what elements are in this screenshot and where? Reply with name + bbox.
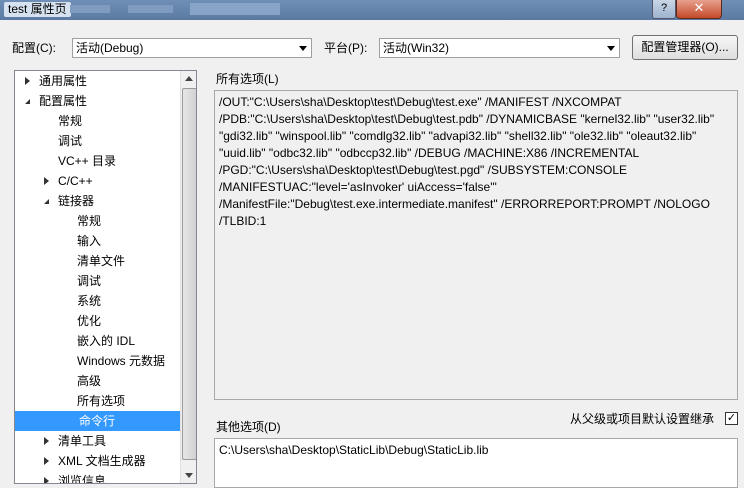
tree-item-label: 调试 (77, 274, 102, 288)
scrollbar-thumb[interactable] (182, 88, 196, 460)
all-options-textbox[interactable]: /OUT:"C:\Users\sha\Desktop\test\Debug\te… (214, 90, 738, 400)
tree-item-label: 命令行 (79, 414, 116, 428)
window-title: test 属性页 (4, 2, 71, 17)
config-select[interactable]: 活动(Debug) (72, 38, 312, 58)
tree-item-label: 所有选项 (77, 394, 126, 408)
tree-item[interactable]: VC++ 目录 (15, 151, 180, 171)
tree-item[interactable]: 所有选项 (15, 391, 180, 411)
tree-item[interactable]: 链接器 (15, 191, 180, 211)
tree-item-label: 清单文件 (77, 254, 126, 268)
tree-item[interactable]: C/C++ (15, 171, 180, 191)
tree-item[interactable]: 调试 (15, 131, 180, 151)
configuration-manager-button[interactable]: 配置管理器(O)... (632, 35, 738, 60)
scroll-up-icon[interactable] (185, 76, 193, 81)
tree-item[interactable]: 输入 (15, 231, 180, 251)
other-options-label: 其他选项(D) (216, 420, 281, 434)
tree-item-label: 清单工具 (58, 434, 107, 448)
tree-item[interactable]: 嵌入的 IDL (15, 331, 180, 351)
title-bar: test 属性页 (0, 0, 744, 20)
tree-item[interactable]: 清单工具 (15, 431, 180, 451)
tree-item[interactable]: 清单文件 (15, 251, 180, 271)
tree-collapsed-icon[interactable] (44, 437, 49, 445)
other-options-input[interactable]: C:\Users\sha\Desktop\StaticLib\Debug\Sta… (214, 438, 738, 488)
tree-item-label: 链接器 (58, 194, 95, 208)
tree-item[interactable]: 常规 (15, 111, 180, 131)
titlebar-blur (70, 5, 110, 13)
tree-item-label: VC++ 目录 (58, 154, 117, 168)
close-button[interactable]: ✕ (676, 0, 722, 19)
tree-item[interactable]: 配置属性 (15, 91, 180, 111)
tree-item[interactable]: 命令行 (15, 411, 180, 431)
scroll-down-icon[interactable] (185, 473, 193, 478)
tree-item-label: Windows 元数据 (77, 354, 166, 368)
tree-item[interactable]: 系统 (15, 291, 180, 311)
tree-item-label: 调试 (58, 134, 83, 148)
titlebar-blur (190, 3, 280, 15)
tree-item-label: 嵌入的 IDL (77, 334, 136, 348)
tree-item[interactable]: 常规 (15, 211, 180, 231)
tree-item-label: 输入 (77, 234, 102, 248)
tree-item[interactable]: Windows 元数据 (15, 351, 180, 371)
tree-collapsed-icon[interactable] (44, 177, 49, 185)
config-label: 配置(C): (12, 41, 56, 55)
tree-expanded-icon[interactable] (44, 199, 49, 204)
tree-item-label: 系统 (77, 294, 102, 308)
platform-label: 平台(P): (324, 41, 368, 55)
inherit-checkbox[interactable]: ✓ (725, 412, 738, 425)
chevron-down-icon (607, 46, 615, 51)
all-options-label: 所有选项(L) (216, 72, 279, 86)
tree-expanded-icon[interactable] (25, 99, 30, 104)
config-select-value: 活动(Debug) (76, 41, 144, 55)
titlebar-blur (128, 5, 173, 13)
tree-item-label: 常规 (58, 114, 83, 128)
tree-collapsed-icon[interactable] (25, 77, 30, 85)
tree-item[interactable]: 通用属性 (15, 71, 180, 91)
tree-item[interactable]: 优化 (15, 311, 180, 331)
tree-item[interactable]: 高级 (15, 371, 180, 391)
platform-select-value: 活动(Win32) (383, 41, 450, 55)
tree-item-label: 优化 (77, 314, 102, 328)
chevron-down-icon (299, 46, 307, 51)
tree-item-label: XML 文档生成器 (58, 454, 146, 468)
tree-collapsed-icon[interactable] (44, 457, 49, 465)
help-button[interactable]: ? (652, 0, 676, 19)
platform-select[interactable]: 活动(Win32) (379, 38, 620, 58)
tree-item[interactable]: 调试 (15, 271, 180, 291)
tree-item[interactable]: 浏览信息 (15, 471, 180, 484)
tree-scrollbar[interactable] (180, 71, 196, 483)
tree-item-label: 浏览信息 (58, 474, 107, 484)
tree-item-label: 常规 (77, 214, 102, 228)
tree-item-label: 通用属性 (39, 74, 88, 88)
tree-collapsed-icon[interactable] (44, 477, 49, 483)
tree-item-label: C/C++ (58, 174, 93, 188)
tree-item-label: 配置属性 (39, 94, 88, 108)
inherit-label: 从父级或项目默认设置继承 (570, 412, 715, 426)
tree-item[interactable]: XML 文档生成器 (15, 451, 180, 471)
tree-item-label: 高级 (77, 374, 102, 388)
property-tree[interactable]: 通用属性 配置属性 常规 调试 VC++ 目录 C/C++ 链接器 常规 输入 清单文件 调试 系统优… (14, 70, 197, 484)
